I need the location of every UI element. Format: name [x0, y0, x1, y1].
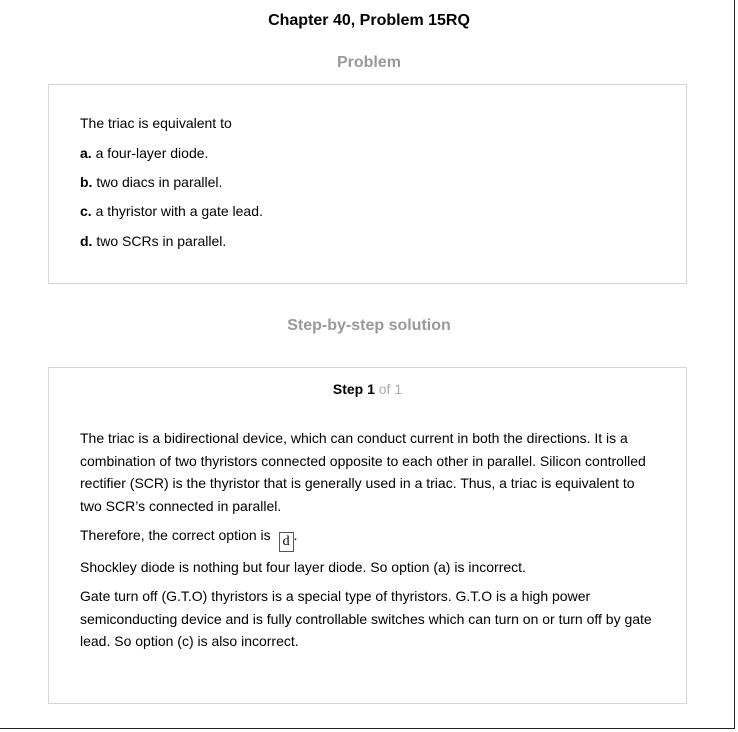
problem-question: The triac is equivalent to: [80, 115, 232, 131]
option-c: c. a thyristor with a gate lead.: [80, 200, 660, 223]
answer-prefix: Therefore, the correct option is: [80, 527, 271, 543]
option-text: two SCRs in parallel.: [96, 233, 227, 249]
answer-box: d: [278, 532, 294, 552]
option-a: a. a four-layer diode.: [80, 142, 660, 165]
solution-card: Step 1 of 1 The triac is a bidirectional…: [48, 367, 687, 704]
option-d: d. two SCRs in parallel.: [80, 230, 660, 253]
solution-paragraph-3: Gate turn off (G.T.O) thyristors is a sp…: [80, 588, 652, 649]
option-b: b. two diacs in parallel.: [80, 171, 660, 194]
option-letter: d.: [80, 233, 93, 249]
step-total: of 1: [378, 381, 403, 397]
option-letter: c.: [80, 203, 92, 219]
answer-suffix: .: [293, 527, 298, 543]
option-text: a thyristor with a gate lead.: [95, 203, 263, 219]
step-indicator: Step 1 of 1: [49, 381, 686, 397]
answer-line: Therefore, the correct option is d.: [80, 524, 660, 552]
option-letter: a.: [80, 145, 92, 161]
solution-paragraph-1: The triac is a bidirectional device, whi…: [80, 430, 646, 514]
problem-heading: Problem: [336, 54, 401, 71]
step-number: Step 1: [332, 381, 375, 397]
page-title: Chapter 40, Problem 15RQ: [268, 12, 470, 29]
option-text: a four-layer diode.: [95, 145, 209, 161]
option-letter: b.: [80, 174, 93, 190]
problem-card: The triac is equivalent to a. a four-lay…: [48, 84, 687, 284]
option-text: two diacs in parallel.: [96, 174, 223, 190]
solution-paragraph-2: Shockley diode is nothing but four layer…: [80, 559, 526, 575]
solution-heading: Step-by-step solution: [287, 317, 451, 334]
